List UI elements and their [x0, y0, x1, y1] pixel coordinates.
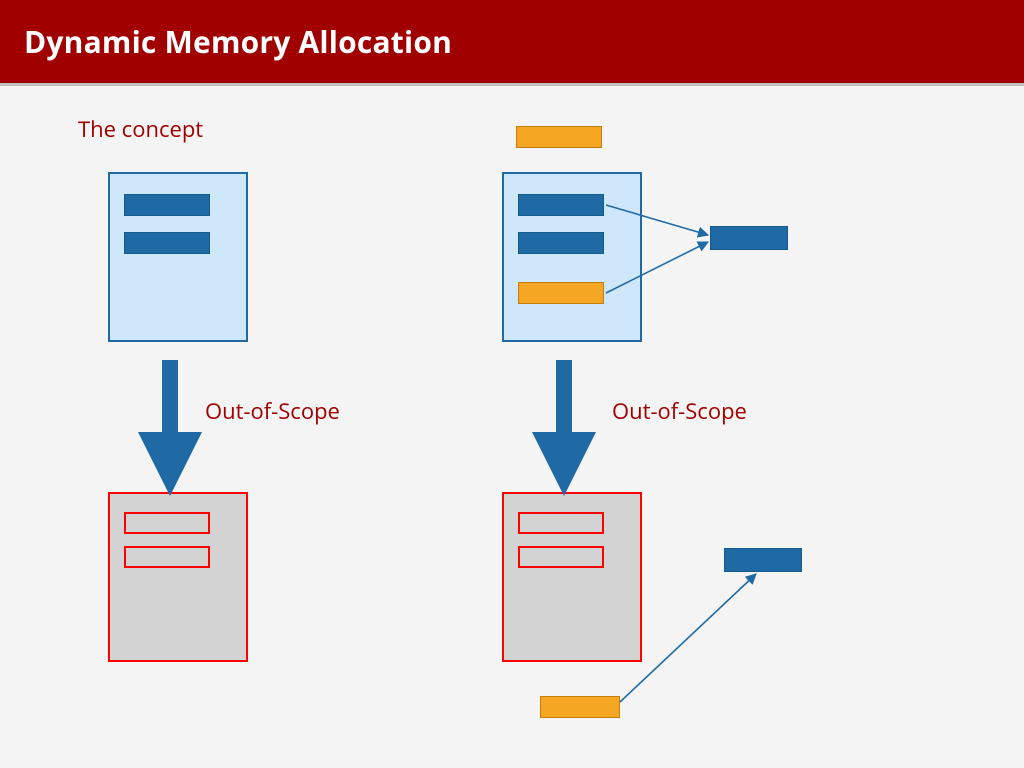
right-heap-block-top — [710, 226, 788, 250]
slide-header: Dynamic Memory Allocation — [0, 0, 1024, 86]
right-dead-item-b — [518, 546, 604, 568]
left-dead-item-b — [124, 546, 210, 568]
right-scope-item-b — [518, 232, 604, 254]
right-heap-block-bottom — [724, 548, 802, 572]
left-out-of-scope-label: Out-of-Scope — [205, 396, 340, 426]
slide-title: Dynamic Memory Allocation — [24, 21, 452, 62]
right-scope-item-a — [518, 194, 604, 216]
left-scope-item-a — [124, 194, 210, 216]
right-out-of-scope-label: Out-of-Scope — [612, 396, 747, 426]
right-dead-item-a — [518, 512, 604, 534]
diagram-canvas: The concept Out-of-Scope Out-of-Scope — [0, 86, 1024, 768]
concept-label: The concept — [78, 114, 203, 144]
right-scope-orange-handle — [518, 282, 604, 304]
right-orange-handle-bottom — [540, 696, 620, 718]
left-scope-item-b — [124, 232, 210, 254]
left-dead-item-a — [124, 512, 210, 534]
right-stray-orange-top — [516, 126, 602, 148]
